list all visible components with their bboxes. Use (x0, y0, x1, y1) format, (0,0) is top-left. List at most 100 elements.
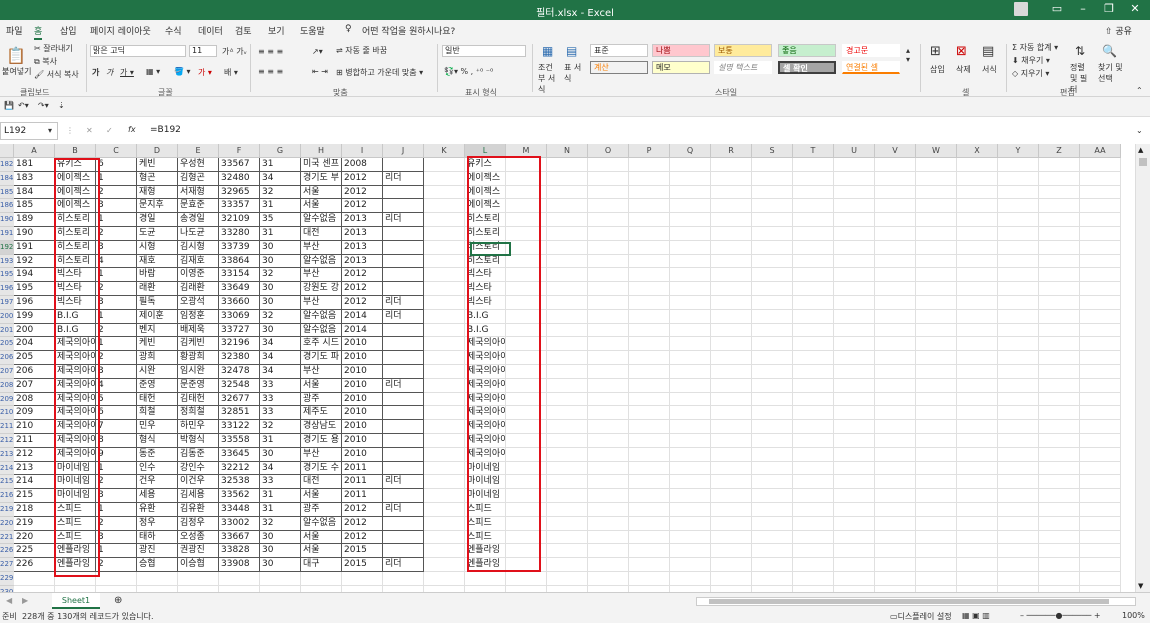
cell-u[interactable] (834, 268, 875, 283)
cell-j[interactable] (383, 489, 424, 503)
cell-d[interactable]: 형식 (137, 434, 178, 448)
cell-p[interactable] (629, 227, 670, 241)
cell-x[interactable] (957, 558, 998, 572)
cell-j[interactable]: 리더 (383, 503, 424, 517)
cell-f[interactable]: 33667 (219, 530, 260, 545)
cell-v[interactable] (875, 171, 916, 186)
cell-p[interactable] (629, 558, 670, 572)
cell-x[interactable] (957, 309, 998, 324)
cell-t[interactable] (793, 199, 834, 214)
cell-u[interactable] (834, 475, 875, 490)
cell-c[interactable]: 2 (96, 323, 137, 338)
cell-q[interactable] (670, 268, 711, 283)
cell-aa[interactable] (1080, 268, 1121, 283)
cell-p[interactable] (629, 296, 670, 310)
paste-icon[interactable]: 📋 (6, 46, 26, 65)
cell-p[interactable] (629, 171, 670, 186)
cell-k[interactable] (424, 171, 465, 186)
row-header[interactable]: 206 (0, 351, 14, 365)
cell-a[interactable]: 213 (14, 461, 55, 476)
cell-w[interactable] (916, 406, 957, 421)
cell-z[interactable] (1039, 227, 1080, 241)
cell-h[interactable]: 서울 (301, 199, 342, 214)
cell-n[interactable] (547, 434, 588, 448)
align-top-icon[interactable]: ≡ ≡ ≡ (258, 47, 283, 56)
cell-g[interactable]: 32 (260, 309, 301, 324)
cell-t[interactable] (793, 337, 834, 352)
cell-e[interactable]: 하민우 (178, 420, 219, 434)
cell-u[interactable] (834, 447, 875, 462)
cell-p[interactable] (629, 268, 670, 283)
cell-z[interactable] (1039, 171, 1080, 186)
cell-k[interactable] (424, 268, 465, 283)
cell-h[interactable]: 알수없음 (301, 254, 342, 269)
style-note[interactable]: 메모 (652, 61, 710, 74)
horizontal-scrollbar[interactable] (696, 597, 1136, 606)
cell-f[interactable]: 33828 (219, 544, 260, 559)
cell-h[interactable]: 경기도 용 (301, 434, 342, 448)
cell-q[interactable] (670, 530, 711, 545)
cell-p[interactable] (629, 434, 670, 448)
cell-i[interactable]: 2014 (342, 309, 383, 324)
cell-t[interactable] (793, 323, 834, 338)
cell-p[interactable] (629, 489, 670, 503)
cell-w[interactable] (916, 378, 957, 393)
cell-aa[interactable] (1080, 240, 1121, 255)
row-header[interactable]: 191 (0, 227, 14, 241)
cell-r[interactable] (711, 323, 752, 338)
cell-n[interactable] (547, 420, 588, 434)
cell-h[interactable]: 알수없음 (301, 516, 342, 531)
cell-u[interactable] (834, 309, 875, 324)
cell-h[interactable]: 부산 (301, 365, 342, 379)
cell-a[interactable]: 225 (14, 544, 55, 559)
cell-j[interactable] (383, 282, 424, 296)
cell-h[interactable]: 부산 (301, 296, 342, 310)
cell-o[interactable] (588, 213, 629, 227)
row-header[interactable]: 197 (0, 296, 14, 310)
cell-g[interactable]: 32 (260, 420, 301, 434)
column-header-h[interactable]: H (301, 144, 342, 158)
cell-s[interactable] (752, 489, 793, 503)
column-header-a[interactable]: A (14, 144, 55, 158)
cell-u[interactable] (834, 323, 875, 338)
cell-t[interactable] (793, 240, 834, 255)
cell-s[interactable] (752, 171, 793, 186)
cell-r[interactable] (711, 185, 752, 200)
cell-r[interactable] (711, 254, 752, 269)
cell-z[interactable] (1039, 351, 1080, 365)
cell-n[interactable] (547, 227, 588, 241)
cell-i[interactable]: 2012 (342, 296, 383, 310)
cell-e[interactable]: 임시완 (178, 365, 219, 379)
cell-f[interactable]: 33448 (219, 503, 260, 517)
borders-icon[interactable]: ▦ ▾ (146, 67, 160, 76)
cell-w[interactable] (916, 475, 957, 490)
cell-h[interactable]: 호주 시드 (301, 337, 342, 352)
cell-z[interactable] (1039, 323, 1080, 338)
style-normal[interactable]: 표준 (590, 44, 648, 57)
conditional-format-button[interactable]: 조건부 서식 (538, 62, 560, 95)
cell-e[interactable]: 송경일 (178, 213, 219, 227)
cell-x[interactable] (957, 475, 998, 490)
cell-n[interactable] (547, 185, 588, 200)
column-header-o[interactable]: O (588, 144, 629, 158)
cell-j[interactable] (383, 158, 424, 172)
cell-r[interactable] (711, 351, 752, 365)
cell-o[interactable] (588, 171, 629, 186)
cell-z[interactable] (1039, 282, 1080, 296)
cell-n[interactable] (547, 199, 588, 214)
cell-a[interactable]: 199 (14, 309, 55, 324)
cell-r[interactable] (711, 420, 752, 434)
cell-t[interactable] (793, 461, 834, 476)
cell-n[interactable] (547, 309, 588, 324)
insert-cells-icon[interactable]: ⊞ (930, 44, 941, 59)
cell-r[interactable] (711, 309, 752, 324)
cell-r[interactable] (711, 268, 752, 283)
user-avatar-icon[interactable] (1014, 2, 1028, 16)
cell-q[interactable] (670, 406, 711, 421)
cell-o[interactable] (588, 406, 629, 421)
cell-w[interactable] (916, 351, 957, 365)
cell-d[interactable]: 정우 (137, 516, 178, 531)
format-cells-icon[interactable]: ▤ (982, 44, 994, 59)
cell-s[interactable] (752, 296, 793, 310)
row-header[interactable]: 186 (0, 199, 14, 214)
